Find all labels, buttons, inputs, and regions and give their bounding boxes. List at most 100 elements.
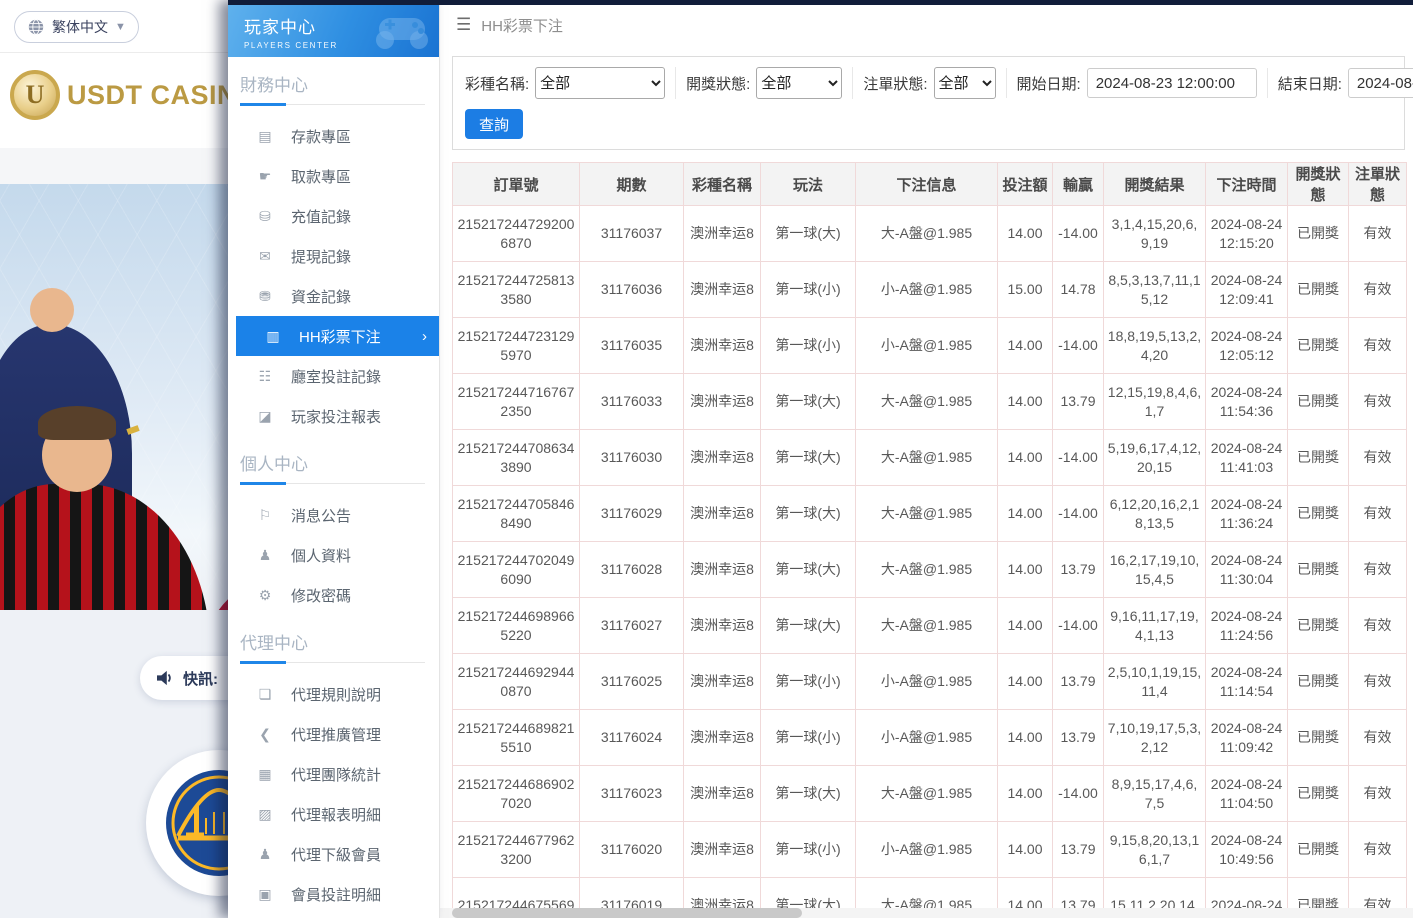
column-header: 玩法 [761, 163, 856, 206]
sidebar-item-label: 充值記錄 [291, 206, 351, 227]
sidebar-item[interactable]: ☰會員交易明細 [228, 914, 439, 918]
sidebar-header: 玩家中心 PLAYERS CENTER [228, 5, 439, 57]
table-cell: 2152172446989665220 [453, 598, 580, 654]
table-cell: 第一球(大) [761, 430, 856, 486]
table-cell: 澳洲幸运8 [684, 710, 761, 766]
table-row: 215217244692944087031176025澳洲幸运8第一球(小)小-… [453, 654, 1407, 710]
table-row: 215217244686902702031176023澳洲幸运8第一球(大)大-… [453, 766, 1407, 822]
table-cell: 有效 [1349, 542, 1407, 598]
sidebar-item[interactable]: ⛁充值記錄 [228, 196, 439, 236]
table-cell: 13.79 [1053, 374, 1104, 430]
table-row: 215217244677962320031176020澳洲幸运8第一球(小)小-… [453, 822, 1407, 878]
table-cell: 2152172446898215510 [453, 710, 580, 766]
menu-toggle-icon[interactable]: ☰ [456, 15, 471, 35]
table-cell: 14.00 [998, 318, 1053, 374]
users-icon: ♟ [256, 846, 274, 863]
table-cell: 31176037 [580, 206, 684, 262]
sidebar-item-label: 個人資料 [291, 545, 351, 566]
sidebar-item-label: 修改密碼 [291, 585, 351, 606]
table-cell: 有效 [1349, 430, 1407, 486]
end-date-input[interactable] [1348, 68, 1413, 98]
sidebar-item-label: 代理下級會員 [291, 844, 381, 865]
document-icon: ❏ [256, 686, 274, 703]
table-row: 215217244708634389031176030澳洲幸运8第一球(大)大-… [453, 430, 1407, 486]
table-cell: 31176036 [580, 262, 684, 318]
scrollbar-thumb[interactable] [452, 908, 802, 918]
table-cell: 第一球(小) [761, 822, 856, 878]
sidebar-item[interactable]: ▥HH彩票下注› [236, 316, 439, 356]
filter-label: 注單狀態: [863, 73, 927, 94]
table-row: 215217244716767235031176033澳洲幸运8第一球(大)大-… [453, 374, 1407, 430]
table-cell: 有效 [1349, 206, 1407, 262]
table-cell: 13.79 [1053, 654, 1104, 710]
table-cell: 有效 [1349, 318, 1407, 374]
table-cell: 2152172447020496090 [453, 542, 580, 598]
sidebar-item[interactable]: ✉提現記錄 [228, 236, 439, 276]
table-cell: 小-A盤@1.985 [856, 318, 998, 374]
table-cell: 31176024 [580, 710, 684, 766]
table-cell: 31176023 [580, 766, 684, 822]
table-cell: 澳洲幸运8 [684, 542, 761, 598]
order-status-select[interactable]: 全部 [934, 67, 996, 99]
table-cell: -14.00 [1053, 318, 1104, 374]
table-cell: 大-A盤@1.985 [856, 542, 998, 598]
sidebar-section-title: 代理中心 [240, 629, 425, 654]
speaker-icon [156, 670, 174, 686]
table-cell: 有效 [1349, 654, 1407, 710]
gamepad-icon [373, 10, 431, 52]
main-header: ☰ HH彩票下注 [440, 0, 1413, 50]
table-cell: 2152172447086343890 [453, 430, 580, 486]
language-selector[interactable]: 繁体中文 ▼ [14, 11, 139, 43]
sidebar-item[interactable]: ◪玩家投注報表 [228, 396, 439, 436]
query-button[interactable]: 查詢 [465, 109, 523, 139]
table-cell: 31176028 [580, 542, 684, 598]
lottery-bet-icon: ▥ [264, 328, 282, 345]
table-cell: 2152172447231295970 [453, 318, 580, 374]
sidebar-item[interactable]: ⚐消息公告 [228, 495, 439, 535]
table-cell: 大-A盤@1.985 [856, 598, 998, 654]
table-cell: 13.79 [1053, 710, 1104, 766]
sidebar-item[interactable]: ▦代理團隊統計 [228, 754, 439, 794]
filter-start-date: 開始日期: [1006, 68, 1267, 98]
table-cell: 小-A盤@1.985 [856, 822, 998, 878]
table-cell: -14.00 [1053, 486, 1104, 542]
withdraw-icon: ☛ [256, 168, 274, 185]
table-cell: 15.00 [998, 262, 1053, 318]
table-cell: 第一球(大) [761, 374, 856, 430]
table-cell: 小-A盤@1.985 [856, 654, 998, 710]
sidebar-item[interactable]: ▤存款專區 [228, 116, 439, 156]
table-cell: -14.00 [1053, 430, 1104, 486]
sidebar-item[interactable]: ☷廳室投註記錄 [228, 356, 439, 396]
sidebar-item[interactable]: ⚙修改密碼 [228, 575, 439, 615]
sidebar-item[interactable]: ☛ 取款專區 [228, 156, 439, 196]
sidebar-item[interactable]: ❏代理規則說明 [228, 674, 439, 714]
table-row: 215217244698966522031176027澳洲幸运8第一球(大)大-… [453, 598, 1407, 654]
site-logo[interactable]: U USDT CASINO [10, 70, 259, 120]
table-cell: 已開獎 [1288, 598, 1349, 654]
sidebar-item-label: 廳室投註記錄 [291, 366, 381, 387]
table-cell: 2152172446779623200 [453, 822, 580, 878]
table-cell: -14.00 [1053, 598, 1104, 654]
sidebar-item[interactable]: ▨代理報表明細 [228, 794, 439, 834]
sidebar-item[interactable]: ▣會員投註明細 [228, 874, 439, 914]
sidebar-item[interactable]: ♟ 代理下級會員 [228, 834, 439, 874]
horizontal-scrollbar[interactable] [440, 908, 1413, 918]
sidebar-item[interactable]: ♟個人資料 [228, 535, 439, 575]
sidebar-item[interactable]: ❮代理推廣管理 [228, 714, 439, 754]
column-header: 開獎結果 [1104, 163, 1206, 206]
table-cell: 有效 [1349, 262, 1407, 318]
sidebar-item[interactable]: ⛃資金記錄 [228, 276, 439, 316]
table-cell: 14.00 [998, 710, 1053, 766]
table-cell: 6,12,20,16,2,18,13,5 [1104, 486, 1206, 542]
bell-icon: ⚐ [256, 507, 274, 524]
table-cell: 2024-08-24 12:09:41 [1206, 262, 1288, 318]
table-cell: 2,5,10,1,19,15,11,4 [1104, 654, 1206, 710]
table-cell: 已開獎 [1288, 374, 1349, 430]
table-cell: 已開獎 [1288, 206, 1349, 262]
column-header: 輸贏 [1053, 163, 1104, 206]
start-date-input[interactable] [1087, 68, 1257, 98]
draw-status-select[interactable]: 全部 [756, 67, 842, 99]
sidebar-item-label: 取款專區 [291, 166, 351, 187]
lottery-type-select[interactable]: 全部 [535, 67, 665, 99]
table-cell: 第一球(小) [761, 710, 856, 766]
